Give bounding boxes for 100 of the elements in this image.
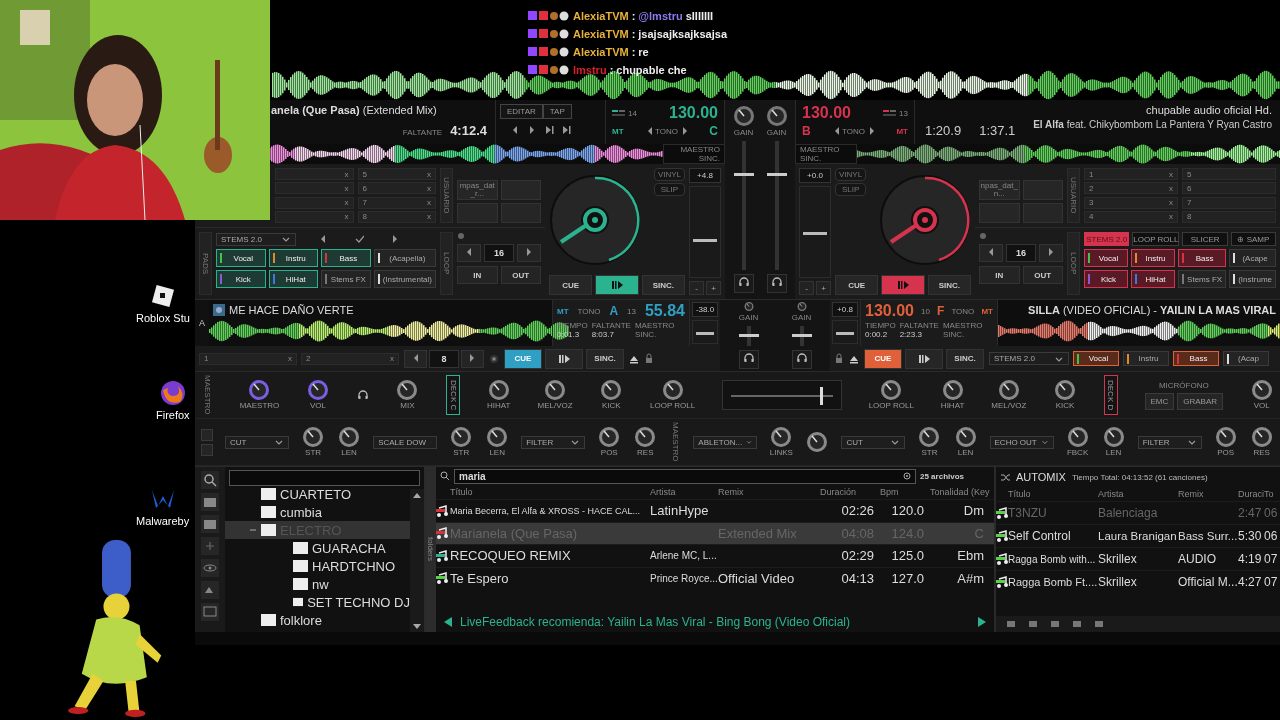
cue-button[interactable]: CUE [549, 275, 593, 295]
stem-button[interactable]: (Instrumental) [373, 270, 436, 288]
knob[interactable] [1251, 380, 1272, 400]
loop-prev-button[interactable] [404, 349, 428, 368]
folder-item[interactable]: HARDTCHNO [225, 557, 410, 575]
loop-next-button[interactable] [1039, 244, 1063, 262]
knob[interactable] [662, 380, 683, 400]
clear-mark[interactable]: x [1169, 198, 1173, 207]
stem-button[interactable]: Kick [1084, 270, 1129, 288]
mode-button[interactable]: VINYL [835, 168, 867, 181]
mode-tab[interactable]: ⊕ SAMP [1230, 232, 1276, 246]
clear-mark[interactable]: x [427, 183, 431, 193]
hot-cue-slot[interactable]: 2 x [301, 352, 399, 365]
edit-button[interactable]: TAP [542, 104, 572, 119]
headphones-button[interactable] [738, 350, 759, 369]
mode-button[interactable]: SLIP [835, 183, 867, 196]
column-header[interactable]: Remix [1178, 487, 1238, 501]
desktop-icon-label[interactable]: Malwareby [136, 515, 190, 527]
knob[interactable] [733, 106, 754, 126]
headphones-button[interactable] [766, 274, 787, 293]
folder-item[interactable]: nw [225, 575, 410, 593]
knob[interactable] [771, 427, 792, 447]
folder-item[interactable]: cumbia [225, 503, 410, 521]
sync-button[interactable]: SINC. [946, 348, 984, 369]
pad-button[interactable]: mpas_dat_r... [457, 180, 498, 200]
folder-item[interactable]: CUARTETO [225, 485, 410, 503]
hot-cue-slot[interactable]: 8 x [357, 210, 436, 223]
hot-cue-slot[interactable]: 8 [1182, 210, 1276, 223]
turntable-platter[interactable] [879, 173, 971, 266]
headphones-icon[interactable] [356, 389, 369, 401]
play-pause-button[interactable] [545, 348, 583, 369]
pitch-button[interactable]: - [799, 281, 814, 295]
column-header[interactable]: Bpm [880, 485, 930, 499]
track-row[interactable]: RECOQUEO REMIX Arlene MC, L... 02:29 125.0 Ebm [436, 544, 994, 567]
hot-cue-slot[interactable]: 5 x [357, 168, 436, 180]
knob[interactable] [766, 106, 787, 126]
track-row[interactable]: Maria Becerra, El Alfa & XROSS - HACE CAL... LatinHype 02:26 120.0 Dm [436, 499, 994, 522]
stem-button[interactable]: (Acapella) [373, 249, 436, 267]
stem-button[interactable]: (Acape [1229, 249, 1276, 267]
knob[interactable] [1251, 427, 1272, 447]
knob[interactable] [601, 380, 622, 400]
knob[interactable] [451, 427, 472, 447]
knob[interactable] [599, 427, 620, 447]
hot-cue-slot[interactable]: x [275, 210, 354, 223]
eye-icon[interactable] [201, 559, 219, 577]
sort-icon[interactable] [201, 581, 219, 599]
hot-cue-slot[interactable]: 6 [1182, 182, 1276, 195]
folders-tab[interactable]: folders [425, 467, 436, 632]
clear-mark[interactable]: x [1169, 212, 1173, 222]
deck-tag[interactable]: DECK D [1103, 375, 1118, 415]
knob[interactable] [955, 427, 976, 447]
loop-prev-button[interactable] [457, 244, 481, 262]
loop-next-button[interactable] [460, 349, 484, 368]
column-header[interactable]: Título [450, 485, 650, 499]
play-pause-button[interactable] [905, 348, 943, 369]
knob[interactable] [488, 380, 509, 400]
knob[interactable] [1067, 427, 1088, 447]
clear-mark[interactable]: x [288, 354, 292, 363]
key-lock-label[interactable]: MT [612, 126, 624, 136]
edit-button[interactable]: EDITAR [500, 104, 543, 119]
knob[interactable] [545, 380, 566, 400]
track-row[interactable]: Self Control Laura Branigan Bass Surr...5:30 06 [996, 524, 1280, 547]
play-pause-button[interactable] [595, 275, 639, 295]
play-icon[interactable] [976, 616, 988, 628]
pad-button[interactable]: npas_dat_n... [979, 180, 1020, 200]
effect-dropdown[interactable]: CUT [225, 435, 290, 449]
hot-cue-slot[interactable]: x [275, 196, 354, 209]
clear-mark[interactable]: x [427, 212, 431, 222]
hot-cue-slot[interactable]: 5 [1182, 168, 1276, 180]
knob[interactable] [1215, 427, 1236, 447]
clear-mark[interactable]: x [1169, 183, 1173, 193]
loop-button[interactable]: OUT [500, 266, 541, 284]
stop-icon[interactable] [489, 353, 499, 364]
mic-button[interactable]: GRABAR [1177, 392, 1224, 410]
loop-prev-button[interactable] [979, 244, 1003, 262]
key-lock-label[interactable]: MT [981, 306, 993, 316]
desktop-icon-label[interactable]: Roblox Stu [136, 312, 190, 324]
knob[interactable] [1055, 380, 1076, 400]
clear-mark[interactable]: x [1169, 169, 1173, 179]
stem-button[interactable]: Instru [268, 249, 319, 267]
knob[interactable] [1103, 427, 1124, 447]
crossfader[interactable] [721, 380, 842, 410]
column-header[interactable]: Duración [820, 485, 880, 499]
knob[interactable] [249, 380, 270, 400]
key-lock-label[interactable]: MT [557, 306, 569, 316]
desktop-icon-label[interactable]: Firefox [156, 409, 190, 421]
stem-button[interactable]: Bass [321, 249, 371, 267]
clear-mark[interactable]: x [344, 198, 349, 207]
sync-button[interactable]: SINC. [927, 275, 971, 295]
stem-button[interactable]: Vocal [1073, 351, 1119, 366]
stem-button[interactable]: HiHat [268, 270, 319, 288]
knob[interactable] [487, 427, 508, 447]
folder-item[interactable]: SET TECHNO DJ [225, 593, 410, 611]
column-header[interactable]: Duraci [1238, 487, 1264, 501]
column-header[interactable]: Artista [650, 485, 718, 499]
turntable-platter[interactable] [549, 173, 641, 266]
knob[interactable] [919, 427, 940, 447]
stem-button[interactable]: (Instrume [1229, 270, 1276, 288]
column-header[interactable]: Título [1008, 487, 1098, 501]
mode-tab[interactable]: SLICER [1182, 232, 1228, 246]
